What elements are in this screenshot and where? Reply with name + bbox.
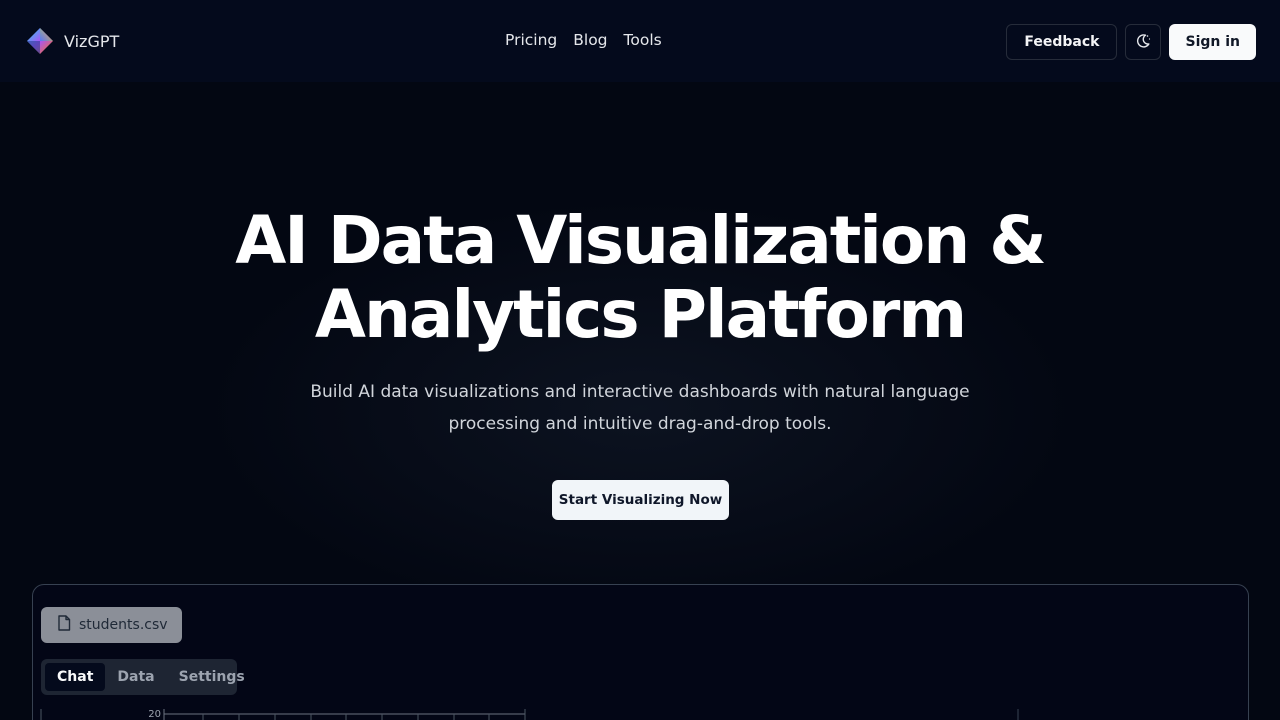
preview-chart: 20 <box>33 705 1248 720</box>
nav-blog[interactable]: Blog <box>573 31 607 49</box>
nav-tools[interactable]: Tools <box>624 31 662 49</box>
file-name: students.csv <box>79 617 168 633</box>
preview-tabs: Chat Data Settings <box>41 659 245 695</box>
brand-name: VizGPT <box>64 31 120 51</box>
app-preview: students.csv Chat Data Settings 20 <box>32 584 1249 720</box>
chart-y-tick-label: 20 <box>148 709 161 720</box>
site-header: VizGPT Pricing Blog Tools Feedback Sign … <box>0 0 1280 82</box>
hero-subtitle-line-2: processing and intuitive drag-and-drop t… <box>448 414 832 434</box>
hero-title: AI Data Visualization & Analytics Platfo… <box>0 204 1280 352</box>
tab-data[interactable]: Data <box>105 663 166 691</box>
tab-chat[interactable]: Chat <box>45 663 106 691</box>
hero-title-line-1: AI Data Visualization & <box>235 202 1047 279</box>
hero-title-line-2: Analytics Platform <box>314 276 967 353</box>
tab-settings[interactable]: Settings <box>167 663 257 691</box>
main-nav: Pricing Blog Tools <box>505 31 662 49</box>
logo-icon <box>26 27 54 55</box>
brand-link[interactable]: VizGPT <box>26 27 119 55</box>
hero-subtitle: Build AI data visualizations and interac… <box>300 376 980 440</box>
nav-pricing[interactable]: Pricing <box>505 31 557 49</box>
start-visualizing-button[interactable]: Start Visualizing Now <box>552 480 729 520</box>
feedback-button[interactable]: Feedback <box>1006 24 1118 60</box>
header-actions: Feedback Sign in <box>1006 24 1256 60</box>
theme-toggle-button[interactable] <box>1125 24 1162 60</box>
file-chip[interactable]: students.csv <box>41 607 182 643</box>
sign-in-button[interactable]: Sign in <box>1169 24 1256 60</box>
moon-icon <box>1134 32 1152 53</box>
file-icon <box>57 615 71 635</box>
hero-subtitle-line-1: Build AI data visualizations and interac… <box>310 382 970 402</box>
